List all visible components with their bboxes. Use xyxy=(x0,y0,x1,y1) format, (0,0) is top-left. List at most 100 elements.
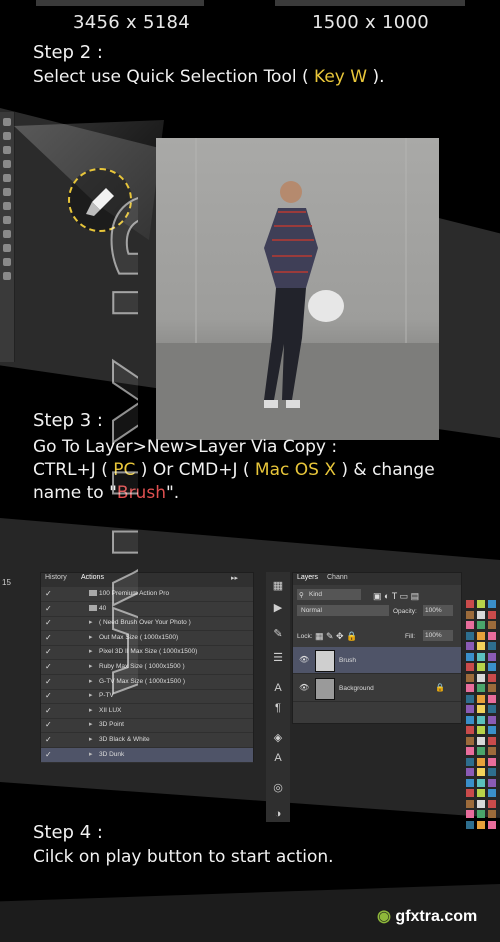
layers-panel: Layers Chann ⚲ Kind ▣ ◐ T ▭ ▤ Normal Opa… xyxy=(292,572,462,724)
blend-mode-select[interactable]: Normal xyxy=(297,605,389,616)
color-swatch[interactable] xyxy=(488,715,496,724)
color-swatch[interactable] xyxy=(477,684,485,692)
color-swatch[interactable] xyxy=(488,631,496,640)
color-swatch[interactable] xyxy=(466,778,474,787)
color-swatch[interactable] xyxy=(466,631,474,640)
color-swatch[interactable] xyxy=(466,663,474,671)
color-swatch[interactable] xyxy=(477,726,485,734)
color-swatch[interactable] xyxy=(477,799,485,808)
color-swatch[interactable] xyxy=(477,610,485,619)
tool-icon[interactable] xyxy=(3,160,11,168)
color-swatch[interactable] xyxy=(466,820,474,829)
color-swatch[interactable] xyxy=(477,663,485,671)
tool-icon[interactable] xyxy=(3,146,11,154)
color-swatch[interactable] xyxy=(477,694,485,703)
color-swatch[interactable] xyxy=(488,768,496,776)
color-swatch[interactable] xyxy=(477,673,485,682)
color-swatch[interactable] xyxy=(488,778,496,787)
color-swatch[interactable] xyxy=(488,673,496,682)
photo-canvas[interactable] xyxy=(156,138,439,440)
color-swatch[interactable] xyxy=(488,663,496,671)
color-swatch[interactable] xyxy=(488,642,496,650)
layer-row-brush[interactable]: 👁 Brush xyxy=(293,647,461,674)
color-swatch[interactable] xyxy=(466,621,474,629)
color-swatch[interactable] xyxy=(488,694,496,703)
color-swatch[interactable] xyxy=(466,789,474,797)
color-swatch[interactable] xyxy=(477,789,485,797)
tab-layers[interactable]: Layers xyxy=(297,574,318,581)
color-swatch[interactable] xyxy=(466,768,474,776)
color-swatch[interactable] xyxy=(466,600,474,608)
clone-source-icon[interactable]: ◈ xyxy=(272,732,284,744)
color-swatch[interactable] xyxy=(488,600,496,608)
color-swatch[interactable] xyxy=(477,642,485,650)
color-swatch[interactable] xyxy=(466,642,474,650)
color-swatch[interactable] xyxy=(488,621,496,629)
fill-field[interactable]: 100% xyxy=(423,630,453,641)
color-swatch[interactable] xyxy=(477,778,485,787)
color-swatch[interactable] xyxy=(488,684,496,692)
layer-row-background[interactable]: 👁 Background 🔒 xyxy=(293,675,461,702)
color-swatch[interactable] xyxy=(477,631,485,640)
mini-icon[interactable]: ▦ xyxy=(272,580,284,592)
tool-icon[interactable] xyxy=(3,132,11,140)
adjustment-icon[interactable]: ◑ xyxy=(272,808,284,820)
color-swatch[interactable] xyxy=(477,621,485,629)
color-swatch[interactable] xyxy=(477,768,485,776)
lock-icons[interactable]: ▦ ✎ ✥ 🔒 xyxy=(315,631,357,642)
play-icon[interactable]: ▶ xyxy=(272,602,284,614)
color-swatch[interactable] xyxy=(466,610,474,619)
color-swatch[interactable] xyxy=(466,736,474,745)
color-swatch[interactable] xyxy=(466,726,474,734)
color-swatch[interactable] xyxy=(477,757,485,766)
sliders-icon[interactable]: ☰ xyxy=(272,652,284,664)
color-swatch[interactable] xyxy=(488,610,496,619)
3d-icon[interactable]: ◎ xyxy=(272,782,284,794)
color-swatch[interactable] xyxy=(488,789,496,797)
filter-icons[interactable]: ▣ ◐ T ▭ ▤ xyxy=(373,591,419,602)
opacity-field[interactable]: 100% xyxy=(423,605,453,616)
color-swatch[interactable] xyxy=(466,694,474,703)
color-swatch[interactable] xyxy=(477,820,485,829)
color-swatch[interactable] xyxy=(477,652,485,661)
color-swatch[interactable] xyxy=(488,820,496,829)
color-swatch[interactable] xyxy=(466,652,474,661)
color-swatch[interactable] xyxy=(488,757,496,766)
color-swatch[interactable] xyxy=(466,705,474,713)
color-swatch[interactable] xyxy=(477,736,485,745)
color-swatch[interactable] xyxy=(466,747,474,755)
color-swatch[interactable] xyxy=(477,747,485,755)
color-swatch[interactable] xyxy=(466,673,474,682)
color-swatch[interactable] xyxy=(477,810,485,818)
brush-settings-icon[interactable]: ✎ xyxy=(272,628,284,640)
tab-channels[interactable]: Chann xyxy=(327,574,348,581)
color-swatch[interactable] xyxy=(488,810,496,818)
text-style-icon[interactable]: A xyxy=(272,752,284,764)
color-swatches xyxy=(466,600,500,830)
color-swatch[interactable] xyxy=(488,652,496,661)
paragraph-icon[interactable]: ¶ xyxy=(272,702,284,714)
color-swatch[interactable] xyxy=(477,705,485,713)
panel-menu-icon[interactable]: ▸▸ xyxy=(231,574,238,582)
filter-kind-select[interactable]: ⚲ Kind xyxy=(297,589,361,600)
color-swatch[interactable] xyxy=(477,715,485,724)
color-swatch[interactable] xyxy=(466,810,474,818)
tool-icon[interactable] xyxy=(3,174,11,182)
color-swatch[interactable] xyxy=(488,726,496,734)
tool-icon[interactable] xyxy=(3,118,11,126)
color-swatch[interactable] xyxy=(466,757,474,766)
color-swatch[interactable] xyxy=(488,736,496,745)
layer-thumbnail xyxy=(315,678,335,700)
step2-title: Step 2 : xyxy=(33,42,103,63)
color-swatch[interactable] xyxy=(488,799,496,808)
color-swatch[interactable] xyxy=(466,715,474,724)
color-swatch[interactable] xyxy=(488,705,496,713)
character-icon[interactable]: A xyxy=(272,682,284,694)
color-swatch[interactable] xyxy=(466,799,474,808)
color-swatch[interactable] xyxy=(477,600,485,608)
layer-thumbnail xyxy=(315,650,335,672)
visibility-eye-icon[interactable]: 👁 xyxy=(299,683,309,692)
color-swatch[interactable] xyxy=(488,747,496,755)
visibility-eye-icon[interactable]: 👁 xyxy=(299,655,309,664)
color-swatch[interactable] xyxy=(466,684,474,692)
